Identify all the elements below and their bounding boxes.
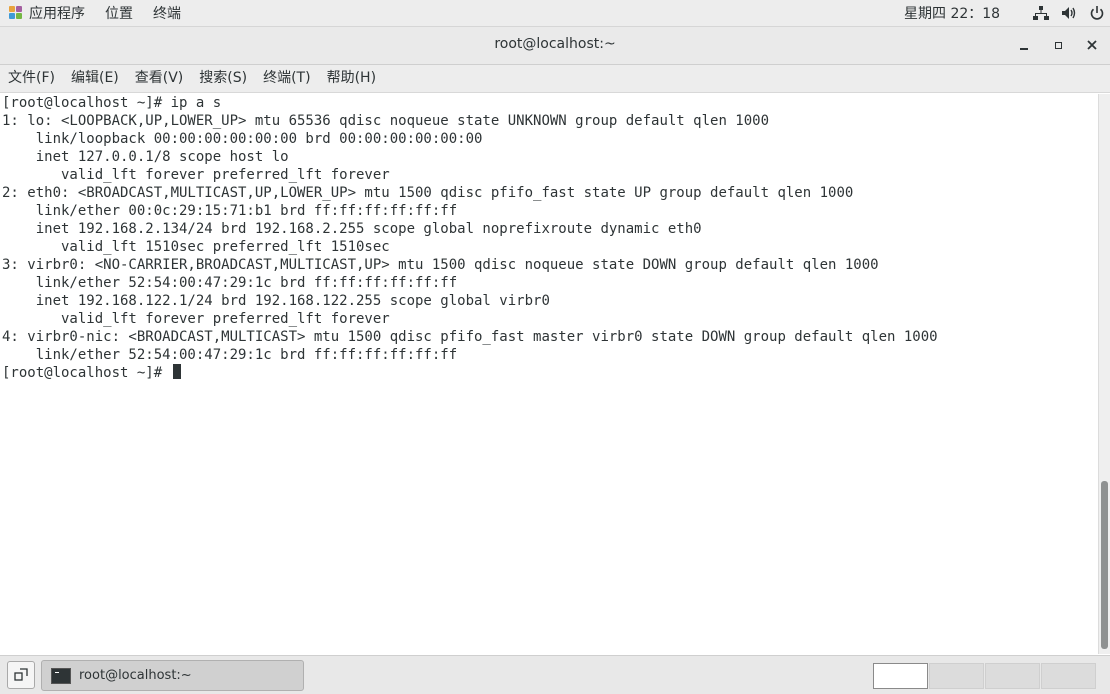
terminal-line: 3: virbr0: <NO-CARRIER,BROADCAST,MULTICA… (2, 257, 879, 273)
terminal-app-menu[interactable]: 终端 (145, 3, 193, 23)
show-desktop-icon (14, 668, 28, 681)
menu-edit[interactable]: 编辑(E) (63, 65, 127, 92)
volume-icon[interactable] (1056, 0, 1082, 26)
terminal-app-menu-label: 终端 (153, 6, 181, 22)
text-cursor (172, 364, 181, 379)
maximize-button[interactable] (1046, 33, 1070, 57)
close-button[interactable] (1080, 33, 1104, 57)
minimize-icon (1020, 48, 1028, 50)
workspace-4[interactable] (1041, 663, 1096, 689)
menu-view[interactable]: 查看(V) (127, 65, 192, 92)
places-menu-label: 位置 (105, 6, 133, 22)
close-icon (1087, 40, 1097, 50)
workspace-2[interactable] (929, 663, 984, 689)
clock[interactable]: 星期四 22：18 (904, 3, 1000, 23)
terminal-scrollbar[interactable] (1098, 94, 1110, 654)
menu-terminal[interactable]: 终端(T) (255, 65, 318, 92)
applications-menu-label: 应用程序 (29, 6, 85, 22)
taskbar-window-button[interactable]: root@localhost:~ (41, 660, 304, 691)
workspace-1[interactable] (873, 663, 928, 689)
power-icon[interactable] (1084, 0, 1110, 26)
terminal-line: [root@localhost ~]# ip a s (2, 95, 222, 111)
minimize-button[interactable] (1012, 33, 1036, 57)
top-menu: 应用程序 位置 终端 (0, 0, 193, 26)
maximize-icon (1054, 41, 1062, 49)
terminal-line: inet 192.168.122.1/24 brd 192.168.122.25… (2, 293, 550, 309)
terminal-line: valid_lft forever preferred_lft forever (2, 311, 390, 327)
window-title: root@localhost:~ (494, 36, 616, 52)
terminal-line: 2: eth0: <BROADCAST,MULTICAST,UP,LOWER_U… (2, 185, 854, 201)
terminal-line: inet 127.0.0.1/8 scope host lo (2, 149, 289, 165)
terminal-icon (51, 667, 71, 684)
menu-search[interactable]: 搜索(S) (191, 65, 255, 92)
terminal-line: link/loopback 00:00:00:00:00:00 brd 00:0… (2, 131, 483, 147)
terminal-line: link/ether 52:54:00:47:29:1c brd ff:ff:f… (2, 347, 458, 363)
menu-file[interactable]: 文件(F) (0, 65, 63, 92)
system-tray[interactable] (1026, 0, 1110, 26)
terminal-output[interactable]: [root@localhost ~]# ip a s 1: lo: <LOOPB… (0, 94, 1098, 654)
terminal-line: 1: lo: <LOOPBACK,UP,LOWER_UP> mtu 65536 … (2, 113, 770, 129)
terminal-line: link/ether 00:0c:29:15:71:b1 brd ff:ff:f… (2, 203, 458, 219)
menubar: 文件(F) 编辑(E) 查看(V) 搜索(S) 终端(T) 帮助(H) (0, 65, 1110, 93)
terminal-prompt-line: [root@localhost ~]# (2, 364, 181, 382)
terminal-line: valid_lft 1510sec preferred_lft 1510sec (2, 239, 390, 255)
window-titlebar[interactable]: root@localhost:~ (0, 27, 1110, 65)
terminal-prompt: [root@localhost ~]# (2, 365, 171, 381)
bottom-taskbar: root@localhost:~ (0, 655, 1110, 694)
taskbar-window-label: root@localhost:~ (79, 668, 192, 683)
terminal-line: 4: virbr0-nic: <BROADCAST,MULTICAST> mtu… (2, 329, 938, 345)
applications-logo-icon (8, 5, 24, 21)
scrollbar-thumb[interactable] (1101, 481, 1108, 649)
terminal-line: link/ether 52:54:00:47:29:1c brd ff:ff:f… (2, 275, 458, 291)
places-menu[interactable]: 位置 (97, 3, 145, 23)
network-icon[interactable] (1028, 0, 1054, 26)
menu-help[interactable]: 帮助(H) (319, 65, 384, 92)
show-desktop-button[interactable] (7, 661, 35, 689)
terminal-line: inet 192.168.2.134/24 brd 192.168.2.255 … (2, 221, 702, 237)
applications-menu[interactable]: 应用程序 (0, 3, 97, 23)
terminal-line: valid_lft forever preferred_lft forever (2, 167, 390, 183)
workspace-3[interactable] (985, 663, 1040, 689)
top-panel: 应用程序 位置 终端 星期四 22：18 (0, 0, 1110, 27)
